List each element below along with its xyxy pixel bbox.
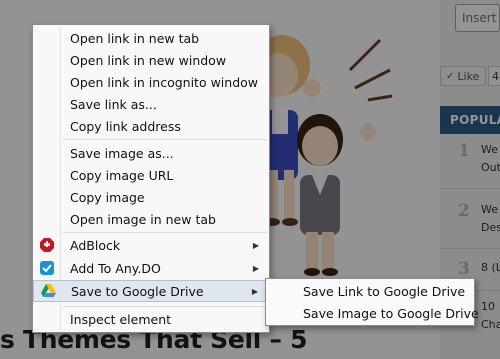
like-label: Like	[457, 69, 480, 83]
submenu-save-link-to-drive[interactable]: Save Link to Google Drive	[266, 280, 474, 302]
menu-copy-image[interactable]: Copy image	[33, 186, 269, 208]
menu-save-to-google-drive-label: Save to Google Drive	[71, 283, 204, 299]
popular-item-title: We Out	[481, 143, 500, 174]
menu-adblock[interactable]: AdBlock ▶	[33, 234, 269, 256]
menu-inspect-element[interactable]: Inspect element	[33, 308, 269, 330]
submenu-save-image-to-drive[interactable]: Save Image to Google Drive	[266, 302, 479, 324]
adblock-icon	[39, 237, 55, 253]
like-button[interactable]: ✓ Like	[440, 66, 486, 86]
menu-copy-link-address[interactable]: Copy link address	[33, 115, 269, 137]
menu-open-link-incognito[interactable]: Open link in incognito window	[33, 71, 269, 93]
menu-copy-image-url[interactable]: Copy image URL	[33, 164, 269, 186]
menu-open-image-new-tab[interactable]: Open image in new tab	[33, 208, 269, 230]
popular-item[interactable]: 2 We Des	[440, 197, 500, 249]
popular-item-number: 1	[458, 141, 470, 161]
menu-open-link-new-window[interactable]: Open link in new window	[33, 49, 269, 71]
menu-add-to-anydo-label: Add To Any.DO	[70, 260, 161, 276]
menu-separator	[63, 232, 267, 233]
google-drive-icon	[40, 283, 56, 299]
like-count: 4	[488, 66, 500, 86]
popular-item-title: 10 Cha	[481, 300, 500, 331]
popular-item-title: We Des	[481, 203, 500, 234]
menu-separator	[63, 306, 267, 307]
google-drive-submenu: Save Link to Google Drive Save Image to …	[265, 278, 479, 326]
menu-separator	[63, 139, 267, 140]
popular-header[interactable]: POPULAR	[440, 106, 500, 134]
popular-item[interactable]: 1 We Out	[440, 137, 500, 189]
menu-add-to-anydo[interactable]: Add To Any.DO ▶	[33, 257, 269, 279]
popular-item-number: 3	[458, 259, 470, 279]
submenu-arrow-icon: ▶	[252, 263, 259, 273]
menu-save-link-as[interactable]: Save link as...	[33, 93, 269, 115]
context-menu: Open link in new tab Open link in new wi…	[32, 24, 270, 333]
menu-open-link-new-tab[interactable]: Open link in new tab	[33, 27, 269, 49]
thumbs-up-icon: ✓	[446, 70, 455, 82]
popular-item-title: 8 (L	[481, 261, 500, 274]
anydo-icon	[39, 260, 55, 276]
submenu-arrow-icon: ▶	[251, 286, 258, 296]
menu-save-to-google-drive[interactable]: Save to Google Drive ▶	[33, 280, 269, 302]
menu-save-image-as[interactable]: Save image as...	[33, 142, 269, 164]
search-input[interactable]	[456, 5, 500, 31]
menu-adblock-label: AdBlock	[70, 237, 121, 253]
popular-item-number: 2	[458, 201, 470, 221]
search-box[interactable]	[455, 4, 500, 32]
submenu-arrow-icon: ▶	[252, 240, 259, 250]
